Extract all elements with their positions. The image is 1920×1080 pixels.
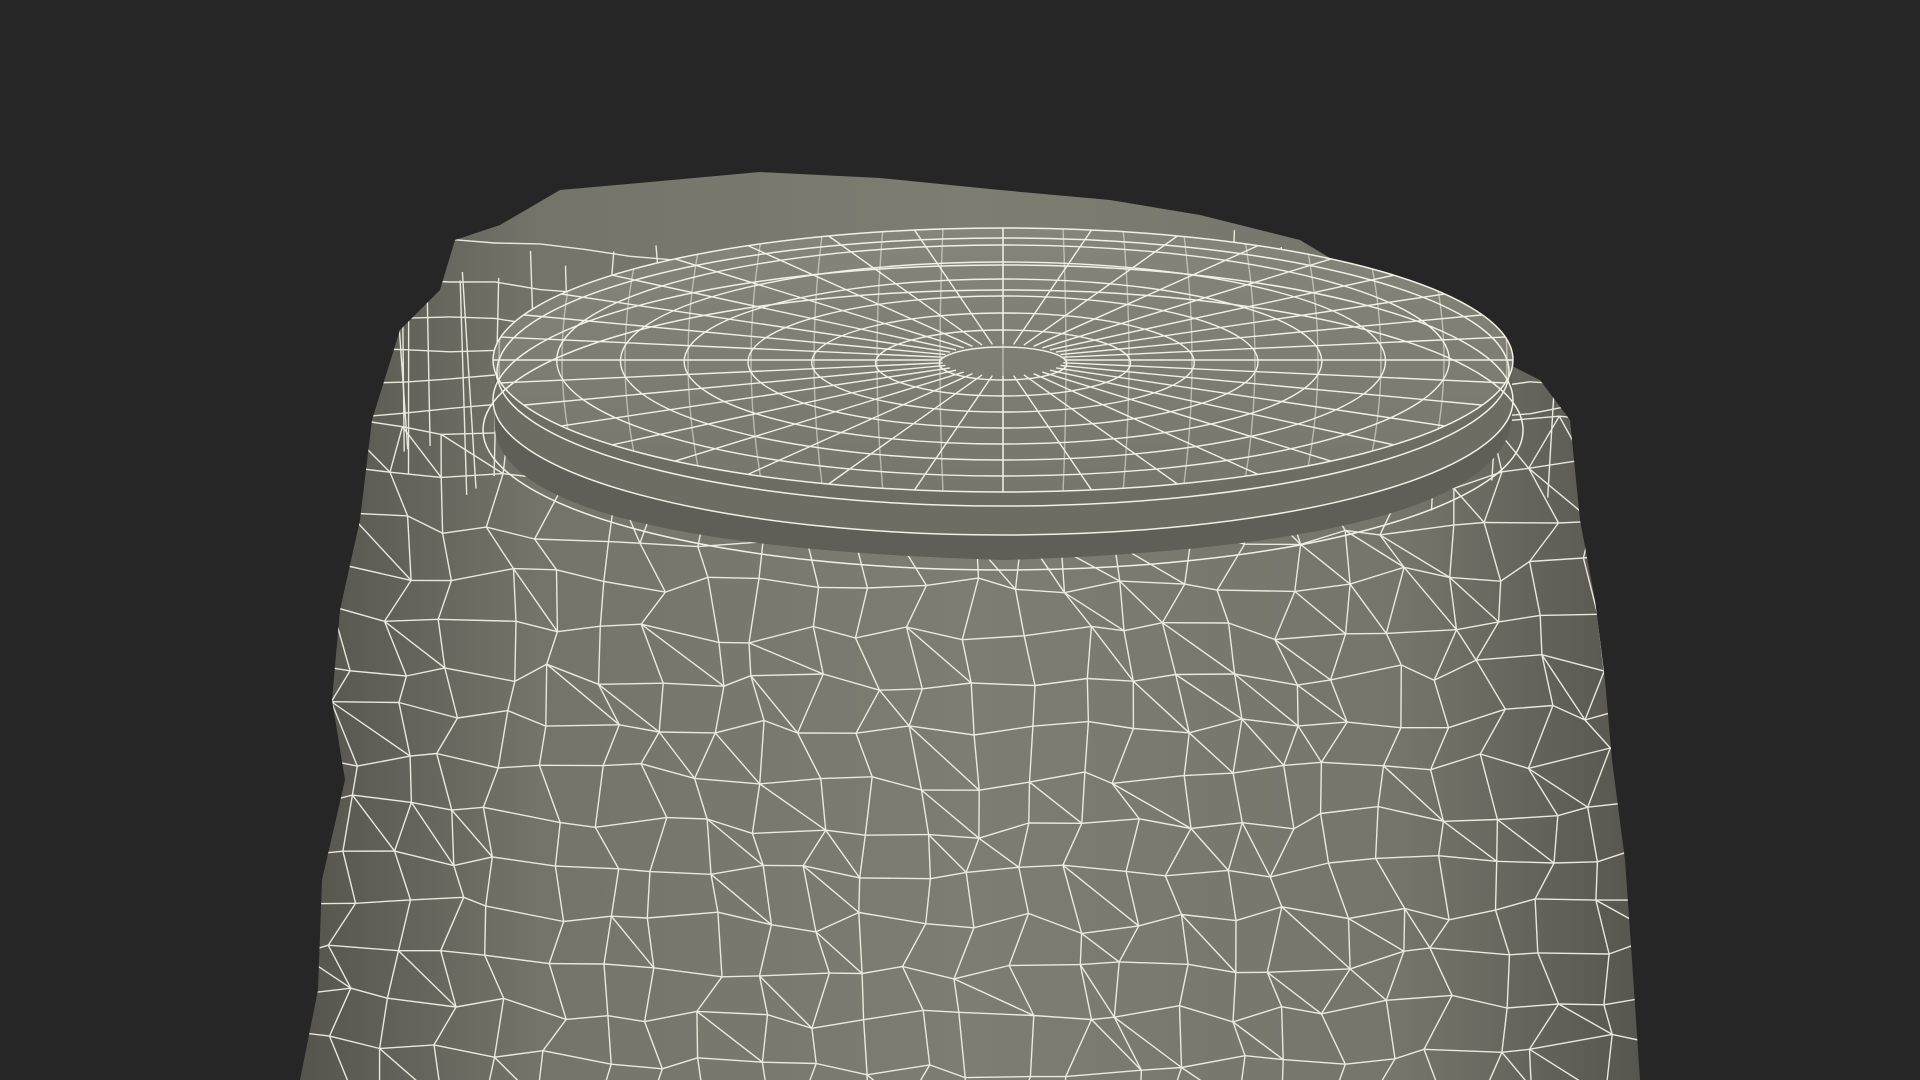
wire-edge (300, 662, 306, 712)
wire-edge (1656, 1046, 1665, 1080)
wire-edge (1638, 652, 1640, 698)
wire-edge (359, 270, 406, 281)
wire-edge (300, 605, 333, 622)
wire-edge (1484, 273, 1531, 279)
wire-edge (1583, 459, 1640, 463)
wire-edge (1529, 317, 1576, 320)
wire-edge (304, 701, 332, 713)
wire-edge (277, 997, 289, 1031)
wire-edge (300, 561, 333, 564)
wire-edge (718, 641, 750, 644)
wire-edge (865, 833, 929, 836)
wire-edge (965, 1075, 1031, 1079)
wire-edge (359, 311, 406, 319)
wire-edge (858, 877, 861, 913)
wire-edge (294, 562, 298, 621)
wire-edge (1582, 459, 1594, 522)
wire-edge (1592, 511, 1640, 523)
wire-edge (300, 711, 306, 751)
wire-edge (1633, 842, 1640, 901)
wire-edge (1635, 552, 1640, 617)
wire-edge (1484, 308, 1531, 319)
wire-edge (1583, 552, 1636, 559)
wire-edge (1635, 511, 1640, 554)
wire-edge (659, 731, 716, 734)
wire-edge (273, 429, 291, 460)
wire-edge (291, 856, 294, 904)
wire-edge (331, 512, 350, 563)
wire-edge (818, 586, 868, 589)
wire-edge (1582, 521, 1594, 559)
wireframe-scene (273, 172, 1665, 1080)
wire-edge (291, 461, 299, 516)
wire-edge (1634, 899, 1640, 937)
wire-edge (1439, 244, 1486, 250)
wire-edge (1638, 616, 1640, 654)
wire-edge (1496, 819, 1499, 862)
wire-edge (298, 516, 299, 562)
wire-edge (1654, 429, 1656, 462)
wire-edge (1592, 418, 1640, 430)
wire-edge (696, 1011, 699, 1058)
wire-edge (300, 515, 333, 563)
wire-edge (1175, 673, 1235, 676)
wire-edge (1597, 613, 1640, 617)
wire-edge (338, 465, 350, 514)
wire-edge (289, 1031, 292, 1080)
wire-edge (294, 621, 296, 662)
wire-edge (300, 953, 301, 998)
wire-edge (287, 812, 292, 856)
render-viewport (0, 0, 1920, 1080)
wire-edge (1296, 685, 1299, 726)
wire-edge (859, 877, 931, 880)
wire-edge (276, 750, 287, 812)
wire-edge (1642, 936, 1660, 999)
wire-edge (1009, 963, 1081, 967)
wire-edge (1484, 521, 1559, 524)
wire-edge (300, 903, 301, 954)
wire-edge (1484, 242, 1531, 246)
wire-edge (555, 569, 559, 632)
wire-edge (1642, 998, 1665, 1046)
wire-edge (300, 512, 349, 517)
wire-edge (1319, 762, 1323, 814)
wire-edge (404, 238, 451, 247)
wire-edge (300, 459, 340, 467)
wire-edge (484, 905, 487, 956)
wire-edge (1603, 652, 1640, 672)
wire-edge (334, 416, 340, 467)
wire-edge (1649, 751, 1660, 800)
wire-edge (1582, 419, 1594, 461)
wire-edge (300, 415, 336, 430)
wire-edge (1558, 1003, 1604, 1006)
wire-edge (1403, 908, 1406, 952)
wire-edge (545, 664, 548, 727)
wire-edge (1028, 782, 1031, 824)
wire-edge (300, 902, 356, 905)
wire-edge (494, 242, 541, 245)
wire-edge (721, 975, 760, 978)
wire-edge (331, 701, 399, 704)
wire-edge (1529, 273, 1576, 282)
wire-edge (1659, 697, 1665, 751)
wire-edge (1349, 247, 1396, 260)
wire-edge (1654, 462, 1658, 512)
wire-edge (1610, 747, 1640, 752)
wire-edge (359, 243, 406, 247)
wire-edge (1649, 800, 1657, 842)
